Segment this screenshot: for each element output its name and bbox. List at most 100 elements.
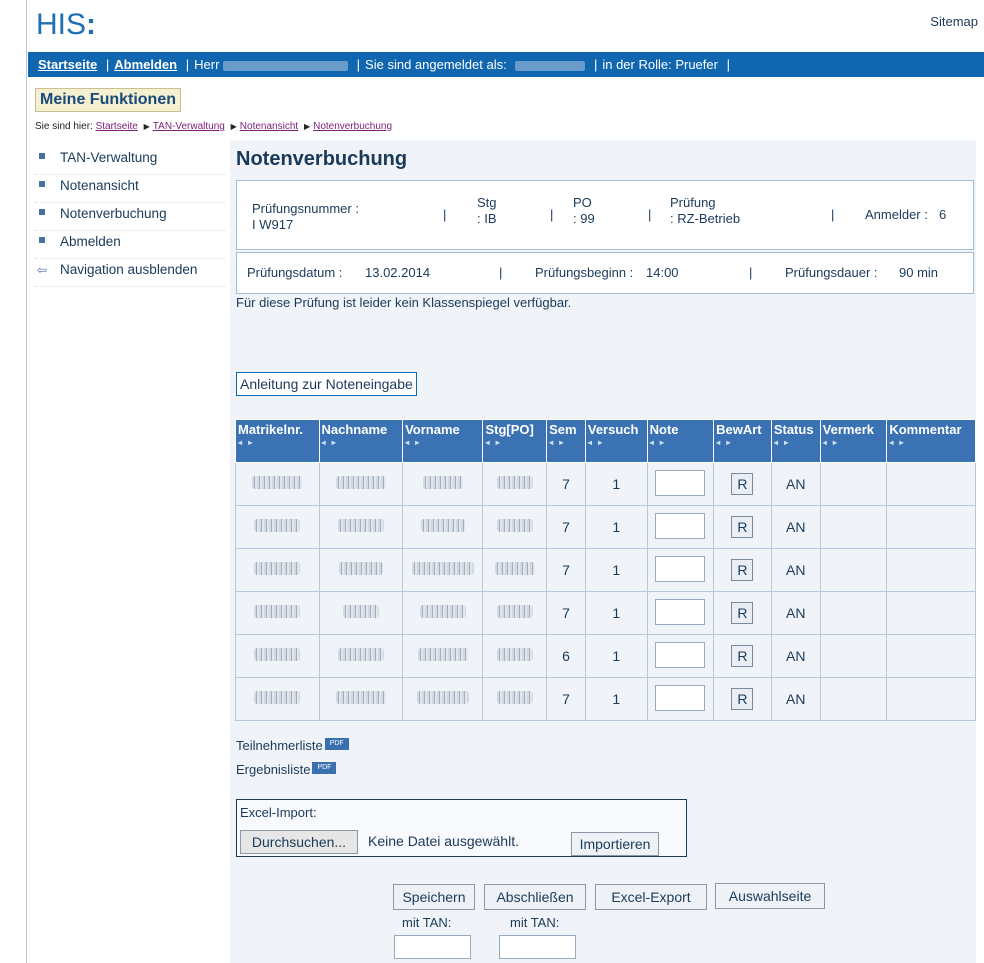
- sidebar-item-abmelden[interactable]: Abmelden: [35, 231, 225, 259]
- breadcrumb-tan-verwaltung[interactable]: TAN-Verwaltung: [153, 121, 225, 132]
- sort-arrows-icon[interactable]: ◂ ▸: [650, 438, 711, 447]
- main-content: Notenverbuchung Prüfungsnummer : I W917 …: [230, 140, 976, 963]
- stg-value: : IB: [477, 211, 497, 226]
- note-input[interactable]: [655, 684, 706, 711]
- tan-input-speichern[interactable]: [394, 935, 471, 959]
- startseite-link[interactable]: Startseite: [38, 57, 97, 72]
- bewart-button[interactable]: R: [731, 473, 754, 495]
- sort-arrows-icon[interactable]: ◂ ▸: [238, 438, 317, 447]
- kommentar-cell: [886, 548, 976, 592]
- table-row: 7 1 R AN: [235, 548, 976, 592]
- sidebar-item-navigation-ausblenden[interactable]: ⇦ Navigation ausblenden: [35, 259, 225, 287]
- importieren-button[interactable]: Importieren: [571, 832, 659, 856]
- anleitung-link[interactable]: Anleitung zur Noteneingabe: [236, 372, 417, 396]
- table-row: 6 1 R AN: [235, 634, 976, 678]
- redacted-cell: [494, 562, 535, 575]
- col-header[interactable]: Versuch ◂ ▸: [584, 419, 648, 463]
- col-header[interactable]: Note ◂ ▸: [646, 419, 715, 463]
- vermerk-cell: [819, 505, 888, 549]
- redacted-cell: [419, 605, 466, 618]
- versuch-cell: 1: [584, 548, 648, 592]
- sort-arrows-icon[interactable]: ◂ ▸: [588, 438, 645, 447]
- sort-arrows-icon[interactable]: ◂ ▸: [716, 438, 769, 447]
- col-header[interactable]: Sem ◂ ▸: [546, 419, 586, 463]
- logged-in-as-label: Sie sind angemeldet als:: [365, 57, 507, 72]
- note-input[interactable]: [655, 512, 706, 539]
- sem-cell: 7: [546, 591, 586, 635]
- breadcrumb-prefix: Sie sind hier:: [35, 121, 93, 132]
- sem-cell: 7: [546, 462, 586, 506]
- sort-arrows-icon[interactable]: ◂ ▸: [774, 438, 818, 447]
- browse-button[interactable]: Durchsuchen...: [240, 830, 358, 854]
- bewart-button[interactable]: R: [731, 559, 754, 581]
- sort-arrows-icon[interactable]: ◂ ▸: [485, 438, 544, 447]
- speichern-button[interactable]: Speichern: [393, 884, 475, 910]
- abschliessen-button[interactable]: Abschließen: [484, 884, 586, 910]
- bewart-button[interactable]: R: [731, 516, 754, 538]
- vermerk-cell: [819, 677, 888, 721]
- col-header[interactable]: Stg[PO] ◂ ▸: [482, 419, 548, 463]
- col-header[interactable]: Status ◂ ▸: [770, 419, 821, 463]
- grades-table: Matrikelnr. ◂ ▸ Nachname ◂ ▸ Vorname ◂ ▸ St…: [235, 419, 976, 721]
- pdf-icon[interactable]: PDF: [324, 738, 349, 750]
- col-header[interactable]: Nachname ◂ ▸: [318, 419, 404, 463]
- sort-arrows-icon[interactable]: ◂ ▸: [405, 438, 480, 447]
- abmelden-link[interactable]: Abmelden: [114, 57, 177, 72]
- exam-info-box: Prüfungsnummer : I W917 | Stg : IB | PO …: [236, 180, 974, 250]
- po-label: PO: [573, 195, 592, 210]
- table-row: 7 1 R AN: [235, 505, 976, 549]
- note-input[interactable]: [655, 555, 706, 582]
- redacted-cell: [337, 648, 384, 661]
- teilnehmerliste-link[interactable]: Teilnehmerliste PDF: [236, 738, 349, 753]
- col-header[interactable]: Kommentar ◂ ▸: [886, 419, 976, 463]
- redacted-username: [223, 60, 349, 71]
- no-file-label: Keine Datei ausgewählt.: [368, 833, 519, 849]
- sidebar-item-notenansicht[interactable]: Notenansicht: [35, 175, 225, 203]
- meine-funktionen-heading[interactable]: Meine Funktionen: [35, 88, 181, 112]
- table-row: 7 1 R AN: [235, 677, 976, 721]
- breadcrumb-startseite[interactable]: Startseite: [96, 121, 138, 132]
- tan-input-abschliessen[interactable]: [499, 935, 576, 959]
- pruefungsnummer-label: Prüfungsnummer :: [252, 201, 359, 216]
- breadcrumb-notenverbuchung[interactable]: Notenverbuchung: [313, 121, 392, 132]
- col-header[interactable]: Vermerk ◂ ▸: [819, 419, 888, 463]
- page-title: Notenverbuchung: [236, 148, 408, 170]
- bullet-icon: [39, 209, 45, 215]
- sidebar-item-notenverbuchung[interactable]: Notenverbuchung: [35, 203, 225, 231]
- vermerk-cell: [819, 634, 888, 678]
- excel-import-box: Excel-Import: Durchsuchen... Keine Datei…: [236, 799, 687, 857]
- note-input[interactable]: [655, 469, 706, 496]
- ergebnisliste-link[interactable]: Ergebnisliste PDF: [236, 762, 337, 777]
- bullet-icon: [39, 237, 45, 243]
- breadcrumb-separator-icon: ▶: [143, 122, 150, 131]
- kommentar-cell: [886, 591, 976, 635]
- redacted-cell: [411, 562, 474, 575]
- pdf-icon[interactable]: PDF: [312, 762, 337, 774]
- sort-arrows-icon[interactable]: ◂ ▸: [322, 438, 401, 447]
- redacted-cell: [252, 476, 303, 489]
- sort-arrows-icon[interactable]: ◂ ▸: [823, 438, 885, 447]
- note-input[interactable]: [655, 641, 706, 668]
- sidebar-item-tan-verwaltung[interactable]: TAN-Verwaltung: [35, 147, 225, 175]
- table-row: 7 1 R AN: [235, 591, 976, 635]
- bewart-button[interactable]: R: [731, 602, 754, 624]
- bewart-button[interactable]: R: [731, 688, 754, 710]
- sitemap-link[interactable]: Sitemap: [930, 14, 978, 29]
- status-cell: AN: [770, 591, 821, 635]
- versuch-cell: 1: [584, 462, 648, 506]
- excel-export-button[interactable]: Excel-Export: [595, 884, 707, 910]
- note-input[interactable]: [655, 598, 706, 625]
- breadcrumb-notenansicht[interactable]: Notenansicht: [240, 121, 298, 132]
- col-header[interactable]: BewArt ◂ ▸: [713, 419, 772, 463]
- sort-arrows-icon[interactable]: ◂ ▸: [549, 438, 583, 447]
- auswahlseite-button[interactable]: Auswahlseite: [715, 883, 825, 909]
- beginn-value: 14:00: [646, 265, 679, 280]
- sem-cell: 7: [546, 548, 586, 592]
- klassenspiegel-notice: Für diese Prüfung ist leider kein Klasse…: [236, 295, 572, 310]
- col-header[interactable]: Vorname ◂ ▸: [402, 419, 484, 463]
- col-header[interactable]: Matrikelnr. ◂ ▸: [235, 419, 320, 463]
- versuch-cell: 1: [584, 634, 648, 678]
- bewart-button[interactable]: R: [731, 645, 754, 667]
- excel-import-label: Excel-Import:: [240, 805, 317, 820]
- sort-arrows-icon[interactable]: ◂ ▸: [889, 438, 973, 447]
